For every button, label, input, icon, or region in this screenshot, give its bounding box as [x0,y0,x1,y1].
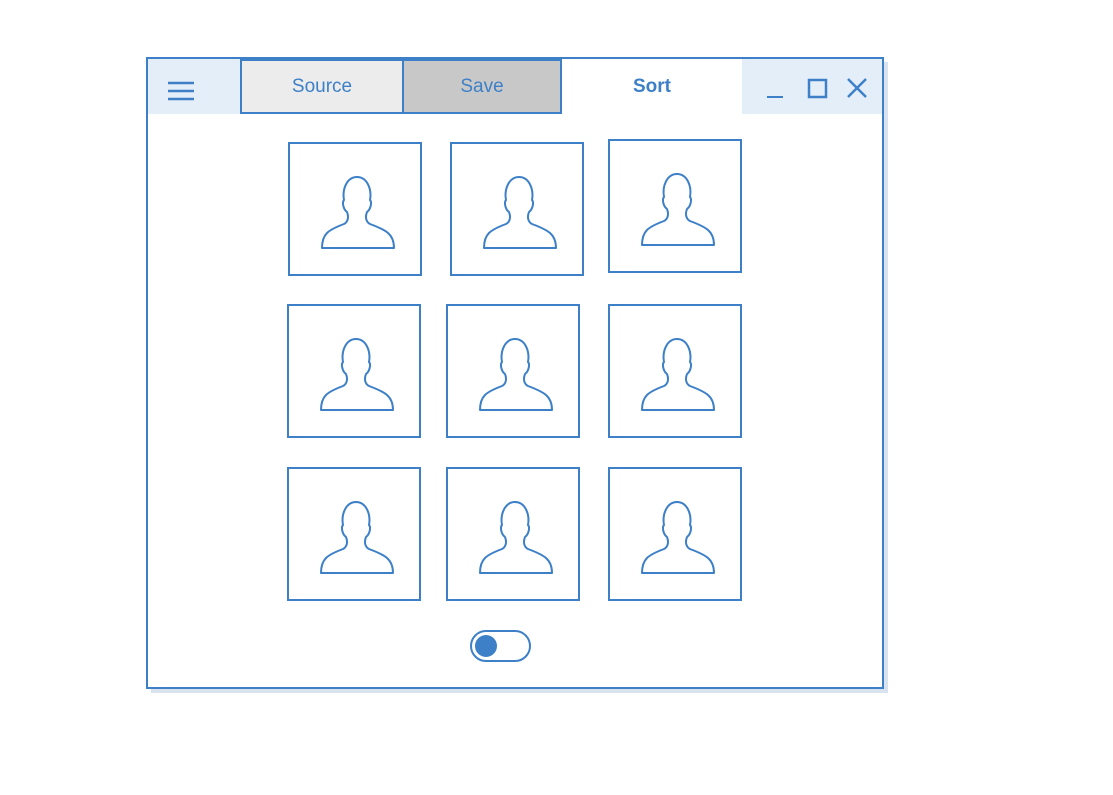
tab-source-label: Source [291,75,353,97]
toggle-switch[interactable] [470,630,531,662]
user-tile[interactable] [446,304,580,438]
user-silhouette-icon [641,173,715,246]
tab-sort-label: Sort [633,75,671,97]
minimize-icon [767,96,783,98]
minimize-button[interactable] [760,73,790,103]
user-silhouette-icon [641,338,715,411]
close-button[interactable] [842,73,872,103]
user-silhouette-icon [641,501,715,574]
user-silhouette-icon [320,501,394,574]
user-silhouette-icon [479,501,553,574]
user-tile[interactable] [287,467,421,601]
app-window: Source Save Sort [146,57,884,689]
user-silhouette-icon [483,176,557,249]
user-tile[interactable] [287,304,421,438]
user-tile[interactable] [608,139,742,273]
tab-save-label: Save [460,75,504,97]
toggle-knob [475,635,497,657]
user-silhouette-icon [479,338,553,411]
tab-sort[interactable]: Sort [562,59,742,114]
user-tile[interactable] [450,142,584,276]
hamburger-menu-icon [168,81,194,101]
title-bar: Source Save Sort [148,59,882,114]
user-silhouette-icon [320,338,394,411]
user-tile[interactable] [288,142,422,276]
user-tile[interactable] [608,304,742,438]
user-silhouette-icon [321,176,395,249]
tab-source[interactable]: Source [240,59,404,114]
user-tile[interactable] [446,467,580,601]
close-icon [847,78,867,98]
user-tile[interactable] [608,467,742,601]
menu-button[interactable] [148,59,240,114]
maximize-icon [807,78,828,99]
tab-save[interactable]: Save [402,59,562,114]
maximize-button[interactable] [802,73,832,103]
